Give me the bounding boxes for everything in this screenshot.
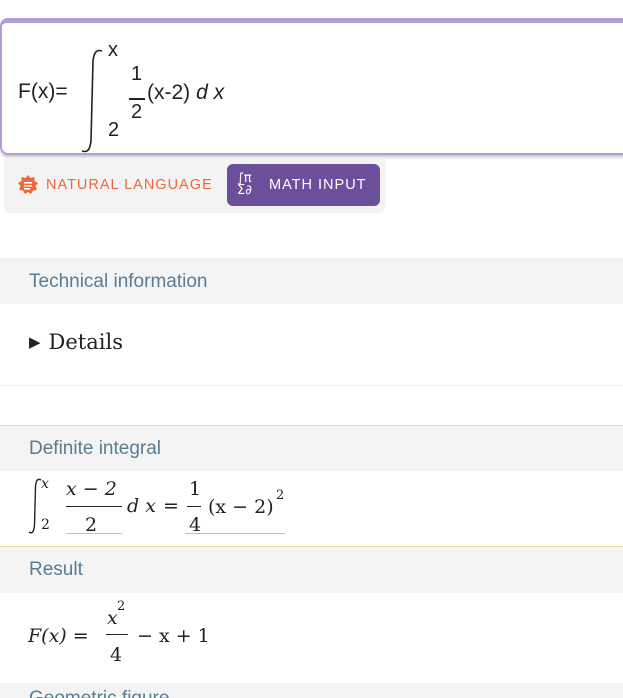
result-lhs-text: F(x) =	[28, 625, 89, 647]
fraction-bar	[129, 98, 145, 100]
function-label: F(x)=	[18, 80, 68, 103]
integrand-fraction-bar	[66, 506, 122, 508]
integrand[interactable]: (x-2) d x	[147, 81, 224, 105]
integral-sign-icon	[81, 49, 103, 153]
result-header: Result	[0, 547, 623, 593]
integrand-body: (x-2)	[147, 81, 191, 104]
rhs-exponent: 2	[276, 488, 285, 503]
details-toggle[interactable]: ▶ Details	[29, 330, 123, 354]
integral-sign-icon	[28, 478, 42, 534]
fraction-denominator[interactable]: 2	[131, 101, 142, 124]
input-mode-toggle: NATURAL LANGUAGE ∫π Σ∂ MATH INPUT	[4, 158, 385, 213]
rhs-fraction-bar	[187, 506, 201, 508]
math-symbols-icon: ∫π Σ∂	[237, 171, 252, 198]
definite-integral-body: x 2 x − 2 2 d x = 1 4 (x − 2) 2	[0, 471, 623, 546]
lower-limit[interactable]: 2	[108, 119, 119, 142]
result-denominator: 4	[110, 644, 123, 666]
technical-information-title: Technical information	[29, 270, 208, 292]
geometric-figure-title: Geometric figure	[29, 688, 169, 698]
differential: d x	[196, 81, 225, 104]
natural-language-icon	[18, 175, 38, 194]
integrand-underline	[66, 533, 122, 534]
natural-language-label: NATURAL LANGUAGE	[46, 177, 213, 193]
rhs-body: (x − 2)	[208, 496, 274, 518]
equals-sign: =	[163, 495, 179, 517]
rhs-body-text: (x − 2)	[208, 496, 274, 518]
result-fraction-bar	[106, 634, 128, 636]
integral-upper-limit: x	[41, 476, 49, 492]
result-numerator-exponent: 2	[117, 599, 126, 614]
result-tail: − x + 1	[137, 625, 210, 647]
integral-lower-limit: 2	[41, 517, 50, 533]
rhs-underline	[185, 533, 285, 534]
result-lhs: F(x) =	[28, 625, 89, 647]
rhs-numerator: 1	[189, 478, 202, 500]
math-input-label: MATH INPUT	[269, 177, 367, 193]
technical-information-header: Technical information	[0, 258, 623, 304]
disclosure-triangle-icon: ▶	[29, 333, 41, 351]
upper-limit[interactable]: x	[108, 39, 118, 62]
result-title: Result	[29, 559, 83, 580]
definite-integral-title: Definite integral	[29, 437, 162, 459]
integrand-numerator: x − 2	[66, 478, 117, 500]
definite-integral-header: Definite integral	[0, 426, 623, 471]
result-body: F(x) = x 2 4 − x + 1	[0, 593, 623, 683]
math-input-box[interactable]: F(x)= x 2 1 2 (x-2) d x	[0, 18, 623, 155]
details-label: Details	[48, 330, 123, 354]
geometric-figure-header: Geometric figure	[0, 683, 623, 698]
math-input-mode-button[interactable]: ∫π Σ∂ MATH INPUT	[227, 164, 380, 206]
integral-differential: d x	[127, 495, 156, 517]
fraction-numerator[interactable]: 1	[131, 63, 142, 86]
natural-language-mode-button[interactable]: NATURAL LANGUAGE	[18, 172, 213, 198]
